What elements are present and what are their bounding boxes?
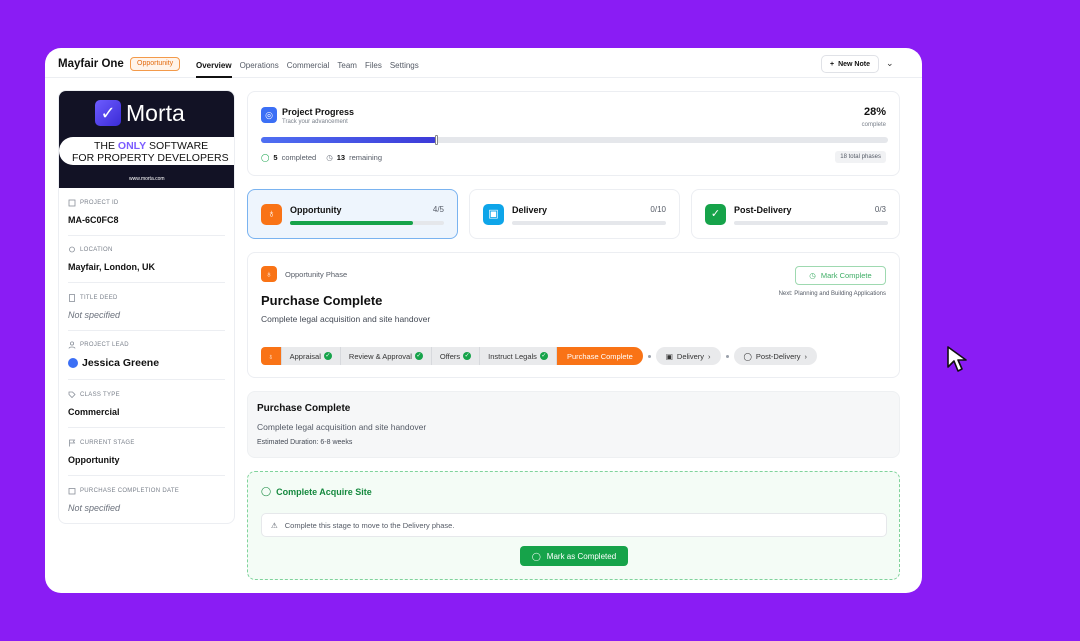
info-description: Complete legal acquisition and site hand… <box>257 422 427 432</box>
step-delivery[interactable]: ▣ Delivery › <box>655 347 721 365</box>
banner-logo-text: Morta <box>126 100 185 126</box>
stage-stepper: ♁ Appraisal ✓ Review & Approval ✓ Offers ✓ … <box>261 347 817 365</box>
field-title-deed: TITLE DEED Not specified <box>68 294 225 331</box>
progress-handle[interactable] <box>434 135 438 145</box>
phase-card-delivery[interactable]: ▣ Delivery 0/10 <box>469 189 680 239</box>
banner-tagline-2: FOR PROPERTY DEVELOPERS <box>72 152 229 164</box>
chevron-right-icon: › <box>804 351 808 361</box>
document-icon <box>69 294 75 302</box>
app-title: Mayfair One <box>58 58 124 70</box>
tab-files[interactable]: Files <box>365 48 382 78</box>
check-icon: ✓ <box>414 352 423 360</box>
tab-commercial[interactable]: Commercial <box>287 48 330 78</box>
new-note-label: New Note <box>838 60 870 68</box>
clock-icon: ◷ <box>809 271 816 280</box>
check-circle-icon: ◯ <box>743 351 752 361</box>
step-appraisal[interactable]: Appraisal ✓ <box>281 347 341 365</box>
calendar-icon <box>68 488 76 495</box>
phase-card-post-delivery[interactable]: ✓ Post-Delivery 0/3 <box>691 189 900 239</box>
new-note-button[interactable]: + New Note <box>821 55 879 73</box>
field-class-type: CLASS TYPE Commercial <box>68 391 225 428</box>
banner-url: www.morta.com <box>129 176 165 182</box>
tab-operations[interactable]: Operations <box>240 48 279 78</box>
progress-bar-fill <box>261 137 437 143</box>
lightbulb-icon: ♁ <box>261 204 282 225</box>
stage-description: Complete legal acquisition and site hand… <box>261 314 431 324</box>
mark-as-completed-button[interactable]: ◯ Mark as Completed <box>520 546 628 566</box>
tab-overview[interactable]: Overview <box>196 48 232 78</box>
chevron-right-icon: › <box>708 351 711 361</box>
progress-percent: 28% <box>863 106 886 118</box>
progress-stats: ◯ 5 completed ◷ 13 remaining <box>261 153 383 162</box>
separator-dot <box>725 354 729 358</box>
mark-complete-button[interactable]: ◷ Mark Complete <box>795 266 886 285</box>
warning-icon: ⚠ <box>271 520 278 530</box>
phase-label: Opportunity Phase <box>285 270 348 279</box>
check-icon: ✓ <box>539 352 548 360</box>
step-offers[interactable]: Offers ✓ <box>431 347 481 365</box>
field-project-id: PROJECT ID MA-6C0FC8 <box>68 199 225 236</box>
plus-icon: + <box>830 60 835 68</box>
tab-settings[interactable]: Settings <box>390 48 419 78</box>
step-instruct-legals[interactable]: Instruct Legals ✓ <box>480 347 557 365</box>
progress-percent-label: complete <box>861 122 886 128</box>
info-alert: ⚠ Complete this stage to move to the Del… <box>261 513 887 537</box>
map-pin-icon <box>69 246 75 253</box>
step-review-approval[interactable]: Review & Approval ✓ <box>340 347 432 365</box>
progress-title: Project Progress <box>282 107 355 117</box>
check-circle-icon: ◯ <box>531 551 541 561</box>
project-sidebar: ✓ Morta THE ONLY SOFTWARE FOR PROPERTY D… <box>58 90 235 524</box>
lightbulb-icon[interactable]: ♁ <box>261 347 282 365</box>
separator-dot <box>647 354 651 358</box>
total-phases-badge: 18 total phases <box>835 151 886 163</box>
complete-title: ◯ Complete Acquire Site <box>261 486 372 497</box>
check-circle-icon: ◯ <box>261 153 270 162</box>
flag-icon <box>69 439 76 447</box>
complete-stage-card: ◯ Complete Acquire Site ⚠ Complete this … <box>247 471 900 580</box>
step-purchase-complete[interactable]: Purchase Complete <box>556 347 643 365</box>
app-window: Mayfair One Opportunity Overview Operati… <box>45 48 922 593</box>
check-logo-icon: ✓ <box>95 100 121 126</box>
field-purchase-completion-date: PURCHASE COMPLETION DATE Not specified <box>68 488 180 513</box>
tab-team[interactable]: Team <box>337 48 357 78</box>
field-location: LOCATION Mayfair, London, UK <box>68 246 225 283</box>
progress-subtitle: Track your advancement <box>282 119 348 125</box>
project-progress-card: ◎ Project Progress Track your advancemen… <box>247 91 900 176</box>
status-badge: Opportunity <box>130 57 181 71</box>
tab-bar: Overview Operations Commercial Team File… <box>196 48 419 78</box>
phase-detail-card: ♁ Opportunity Phase Purchase Complete Co… <box>247 252 900 378</box>
field-project-lead: PROJECT LEAD Jessica Greene <box>68 341 225 380</box>
phase-card-opportunity[interactable]: ♁ Opportunity 4/5 <box>247 189 458 239</box>
field-current-stage: CURRENT STAGE Opportunity <box>68 439 225 476</box>
clock-icon: ◷ <box>326 153 333 162</box>
next-stage-label: Next: Planning and Building Applications <box>778 291 886 297</box>
phase-progress-bar <box>512 221 666 225</box>
phase-progress-bar <box>734 221 888 225</box>
check-icon: ✓ <box>323 352 332 360</box>
building-icon <box>68 199 76 207</box>
top-bar: Mayfair One Opportunity Overview Operati… <box>45 48 922 78</box>
mouse-cursor-icon <box>947 346 967 372</box>
user-icon <box>68 341 76 349</box>
check-circle-icon: ✓ <box>705 204 726 225</box>
step-post-delivery[interactable]: ◯ Post-Delivery › <box>733 347 817 365</box>
check-icon: ✓ <box>463 352 472 360</box>
target-icon: ◎ <box>261 107 277 123</box>
box-icon: ▣ <box>665 351 673 361</box>
info-title: Purchase Complete <box>257 403 351 414</box>
phase-progress-bar <box>290 221 444 225</box>
box-icon: ▣ <box>483 204 504 225</box>
estimated-duration: Estimated Duration: 6-8 weeks <box>257 439 353 446</box>
tag-icon <box>68 391 76 399</box>
project-banner: ✓ Morta THE ONLY SOFTWARE FOR PROPERTY D… <box>59 91 234 188</box>
check-circle-icon: ◯ <box>261 486 272 496</box>
lightbulb-icon: ♁ <box>261 266 277 282</box>
banner-tagline-1: THE ONLY SOFTWARE <box>94 140 209 152</box>
stage-title: Purchase Complete <box>261 293 383 308</box>
progress-bar <box>261 135 888 145</box>
avatar <box>68 358 78 368</box>
stage-info-card: Purchase Complete Complete legal acquisi… <box>247 391 900 458</box>
chevron-down-icon[interactable]: ⌄ <box>886 58 894 69</box>
